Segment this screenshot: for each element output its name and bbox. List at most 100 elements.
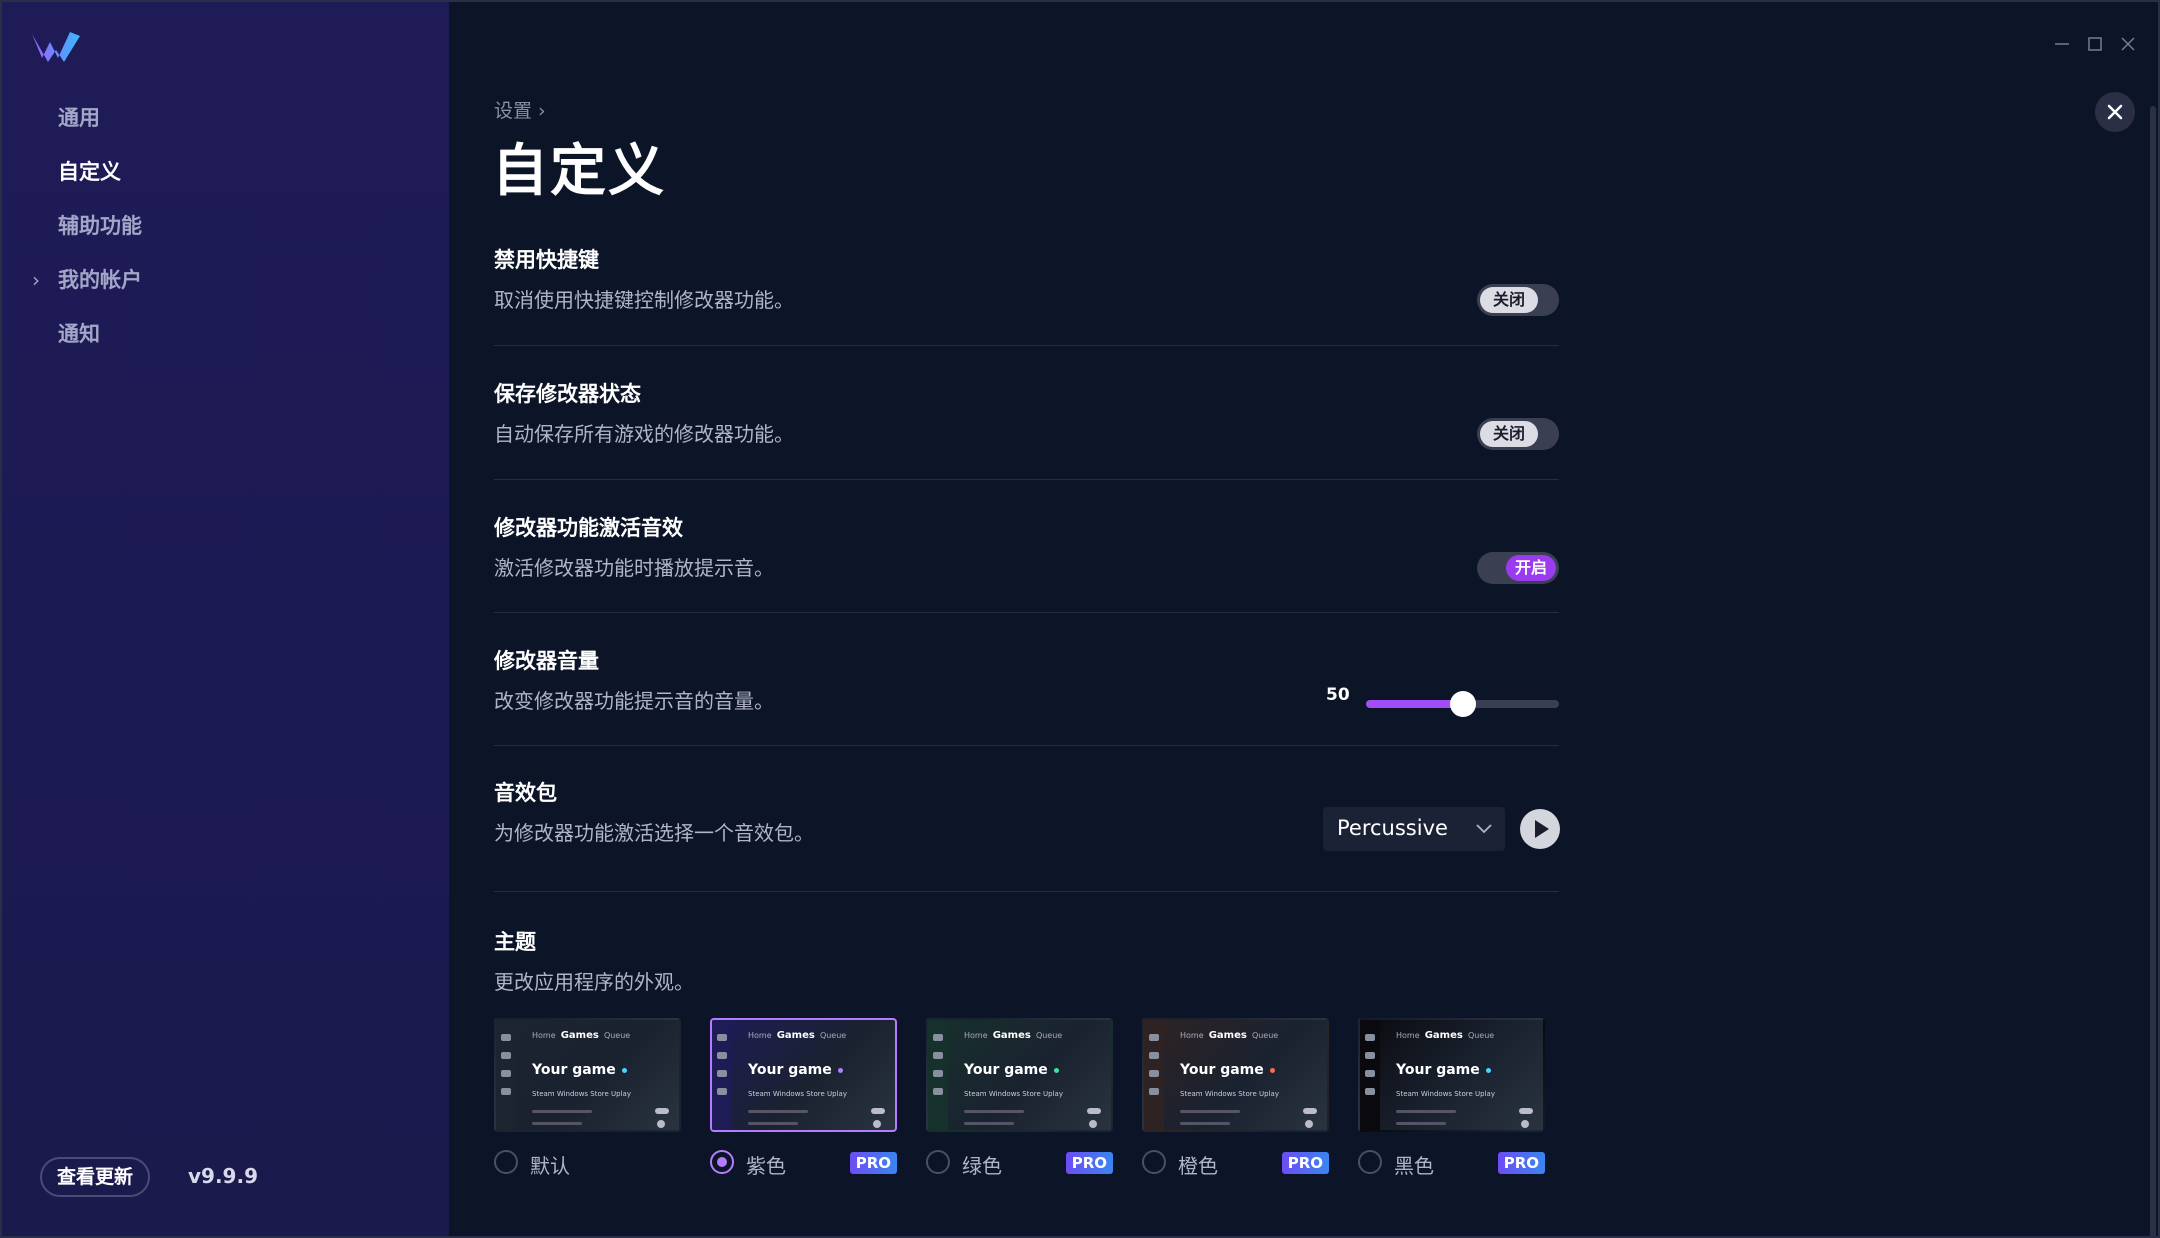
preview-line: [1396, 1110, 1456, 1113]
chevron-down-icon: [1476, 824, 1492, 834]
pro-badge: PRO: [1281, 1152, 1329, 1174]
sidebar-item-notifications[interactable]: 通知: [58, 316, 142, 370]
version-label: v9.9.9: [188, 1164, 258, 1188]
preview-circle: [657, 1120, 665, 1128]
setting-title: 音效包: [494, 781, 557, 805]
theme-radio[interactable]: [926, 1150, 950, 1174]
check-updates-button[interactable]: 查看更新: [40, 1157, 150, 1197]
theme-preview-card[interactable]: Home Games Queue Your game Steam Windows S…: [1358, 1018, 1545, 1132]
theme-label-row: 绿色 PRO: [926, 1146, 1113, 1180]
preview-line: [964, 1110, 1024, 1113]
theme-radio[interactable]: [710, 1150, 734, 1174]
preview-platforms: Steam Windows Store Uplay: [1396, 1090, 1495, 1098]
toggle-state-label: 关闭: [1480, 287, 1538, 313]
preview-toggle: [1303, 1108, 1317, 1114]
chevron-right-icon: ›: [32, 268, 40, 292]
minimize-icon[interactable]: [2050, 32, 2074, 56]
theme-preview-nav: Home Games Queue: [964, 1030, 1062, 1041]
preview-toggle: [871, 1108, 885, 1114]
preview-circle: [873, 1120, 881, 1128]
theme-preview-card[interactable]: Home Games Queue Your game Steam Windows S…: [1142, 1018, 1329, 1132]
theme-option[interactable]: Home Games Queue Your game Steam Windows S…: [1358, 1018, 1545, 1180]
preview-toggle: [655, 1108, 669, 1114]
theme-preview-title: Your game: [532, 1062, 627, 1078]
toggle-state-label: 关闭: [1480, 421, 1538, 447]
play-sound-button[interactable]: [1520, 809, 1560, 849]
preview-accent-dot: [1485, 1067, 1491, 1073]
sidebar-item-customize[interactable]: 自定义: [58, 154, 142, 208]
sound-pack-select[interactable]: Percussive: [1323, 807, 1505, 851]
preview-line: [1180, 1122, 1230, 1125]
preview-nav-icon: [717, 1034, 727, 1041]
preview-circle: [1305, 1120, 1313, 1128]
breadcrumb[interactable]: 设置 ›: [494, 96, 546, 123]
preview-nav-icon: [1149, 1052, 1159, 1059]
preview-nav-queue: Queue: [1467, 1031, 1495, 1040]
preview-nav-icon: [717, 1088, 727, 1095]
setting-description: 更改应用程序的外观。: [494, 970, 694, 994]
close-settings-button[interactable]: [2095, 92, 2135, 132]
app-window: 通用 自定义 辅助功能 › 我的帐户 通知 查看更新 v9.9.9 设置 › 自…: [0, 0, 2160, 1238]
theme-preview-title: Your game: [1396, 1062, 1491, 1078]
activation-sound-toggle[interactable]: 开启: [1477, 552, 1559, 584]
theme-label-row: 紫色 PRO: [710, 1146, 897, 1180]
theme-name: 紫色: [746, 1154, 786, 1178]
theme-label-row: 橙色 PRO: [1142, 1146, 1329, 1180]
setting-title: 修改器功能激活音效: [494, 516, 683, 540]
save-state-toggle[interactable]: 关闭: [1477, 418, 1559, 450]
window-close-icon[interactable]: [2116, 32, 2140, 56]
preview-nav-home: Home: [964, 1031, 988, 1040]
preview-nav-games: Games: [1424, 1030, 1463, 1041]
preview-platforms: Steam Windows Store Uplay: [964, 1090, 1063, 1098]
preview-nav-icon: [933, 1034, 943, 1041]
preview-nav-home: Home: [748, 1031, 772, 1040]
theme-preview-nav: Home Games Queue: [1396, 1030, 1494, 1041]
theme-option[interactable]: Home Games Queue Your game Steam Windows S…: [494, 1018, 681, 1180]
preview-nav-icon: [933, 1052, 943, 1059]
sidebar-item-general[interactable]: 通用: [58, 100, 142, 154]
scrollbar[interactable]: [2150, 106, 2156, 1236]
theme-radio[interactable]: [1358, 1150, 1382, 1174]
theme-name: 绿色: [962, 1154, 1002, 1178]
pro-badge: PRO: [849, 1152, 897, 1174]
theme-radio[interactable]: [494, 1150, 518, 1174]
preview-game-title: Your game: [964, 1062, 1048, 1078]
toggle-state-label: 开启: [1506, 555, 1556, 581]
theme-option[interactable]: Home Games Queue Your game Steam Windows S…: [926, 1018, 1113, 1180]
disable-hotkeys-toggle[interactable]: 关闭: [1477, 284, 1559, 316]
maximize-icon[interactable]: [2083, 32, 2107, 56]
theme-option[interactable]: Home Games Queue Your game Steam Windows S…: [710, 1018, 897, 1180]
theme-preview-card[interactable]: Home Games Queue Your game Steam Windows S…: [710, 1018, 897, 1132]
setting-sound-pack: 音效包 为修改器功能激活选择一个音效包。 Percussive: [494, 777, 1560, 892]
setting-activation-sound: 修改器功能激活音效 激活修改器功能时播放提示音。 开启: [494, 512, 1559, 613]
pro-badge: PRO: [1065, 1152, 1113, 1174]
setting-title: 主题: [494, 930, 536, 954]
preview-line: [1180, 1110, 1240, 1113]
theme-label-row: 黑色 PRO: [1358, 1146, 1545, 1180]
preview-nav-home: Home: [1396, 1031, 1420, 1040]
preview-accent-dot: [1269, 1067, 1275, 1073]
setting-volume: 修改器音量 改变修改器功能提示音的音量。 50: [494, 645, 1559, 746]
sidebar-item-account[interactable]: › 我的帐户: [32, 262, 142, 316]
preview-nav-games: Games: [560, 1030, 599, 1041]
theme-label-row: 默认: [494, 1146, 681, 1180]
theme-preview-card[interactable]: Home Games Queue Your game Steam Windows S…: [494, 1018, 681, 1132]
theme-option[interactable]: Home Games Queue Your game Steam Windows S…: [1142, 1018, 1329, 1180]
theme-preview-nav: Home Games Queue: [532, 1030, 630, 1041]
preview-nav-home: Home: [532, 1031, 556, 1040]
sidebar-item-accessibility[interactable]: 辅助功能: [58, 208, 142, 262]
preview-nav-icon: [1365, 1034, 1375, 1041]
preview-nav-icon: [933, 1070, 943, 1077]
volume-slider-fill: [1366, 700, 1463, 708]
preview-game-title: Your game: [1396, 1062, 1480, 1078]
preview-platforms: Steam Windows Store Uplay: [532, 1090, 631, 1098]
app-logo-icon: [32, 32, 80, 62]
theme-preview-card[interactable]: Home Games Queue Your game Steam Windows S…: [926, 1018, 1113, 1132]
theme-radio[interactable]: [1142, 1150, 1166, 1174]
setting-description: 改变修改器功能提示音的音量。: [494, 689, 774, 713]
theme-preview-nav: Home Games Queue: [748, 1030, 846, 1041]
volume-slider[interactable]: [1366, 691, 1559, 717]
preview-line: [1396, 1122, 1446, 1125]
volume-slider-thumb[interactable]: [1450, 691, 1476, 717]
preview-accent-dot: [1053, 1067, 1059, 1073]
